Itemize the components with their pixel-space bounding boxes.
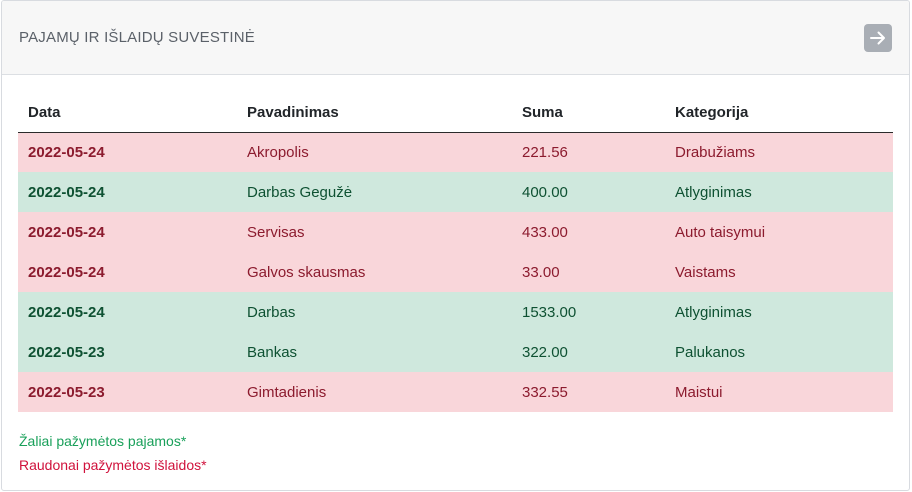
column-header-name: Pavadinimas: [237, 93, 512, 133]
table-row: 2022-05-23 Bankas 322.00 Palukanos: [18, 332, 893, 372]
row-sum: 433.00: [522, 223, 568, 241]
row-date: 2022-05-24: [28, 303, 105, 321]
table-row: 2022-05-24 Galvos skausmas 33.00 Vaistam…: [18, 252, 893, 292]
row-name: Bankas: [247, 343, 298, 361]
open-summary-button[interactable]: [864, 23, 892, 52]
transactions-table: Data Pavadinimas Suma Kategorija 2022-05…: [18, 93, 893, 412]
legend-notes: Žaliai pažymėtos pajamos* Raudonai pažym…: [18, 412, 892, 477]
row-sum: 33.00: [522, 263, 560, 281]
row-name: Gimtadienis: [247, 383, 327, 401]
row-name: Darbas Gegužė: [247, 183, 353, 201]
card-header: PAJAMŲ IR IŠLAIDŲ SUVESTINĖ: [2, 1, 909, 75]
row-date: 2022-05-23: [28, 383, 105, 401]
table-head: Data Pavadinimas Suma Kategorija: [18, 93, 893, 133]
income-legend-note: Žaliai pažymėtos pajamos*: [19, 433, 187, 449]
row-category: Maistui: [675, 383, 723, 401]
table-row: 2022-05-24 Servisas 433.00 Auto taisymui: [18, 212, 893, 252]
row-sum: 322.00: [522, 343, 568, 361]
header-row: Data Pavadinimas Suma Kategorija: [18, 93, 893, 133]
table-body: 2022-05-24 Akropolis 221.56 Drabužiams 2…: [18, 132, 893, 412]
summary-card: PAJAMŲ IR IŠLAIDŲ SUVESTINĖ Data Pavadin…: [1, 0, 910, 491]
card-title: PAJAMŲ IR IŠLAIDŲ SUVESTINĖ: [19, 29, 256, 46]
table-row: 2022-05-24 Darbas Gegužė 400.00 Atlygini…: [18, 172, 893, 212]
row-name: Servisas: [247, 223, 305, 241]
row-date: 2022-05-23: [28, 343, 105, 361]
row-date: 2022-05-24: [28, 143, 105, 161]
expense-legend-note: Raudonai pažymėtos išlaidos*: [19, 457, 207, 473]
row-name: Galvos skausmas: [247, 263, 366, 281]
row-category: Atlyginimas: [675, 183, 752, 201]
row-date: 2022-05-24: [28, 183, 105, 201]
row-sum: 400.00: [522, 183, 568, 201]
row-category: Vaistams: [675, 263, 736, 281]
table-row: 2022-05-24 Darbas 1533.00 Atlyginimas: [18, 292, 893, 332]
row-category: Auto taisymui: [675, 223, 766, 241]
column-header-date: Data: [18, 93, 237, 133]
row-category: Atlyginimas: [675, 303, 752, 321]
row-sum: 332.55: [522, 383, 568, 401]
card-body: Data Pavadinimas Suma Kategorija 2022-05…: [2, 75, 909, 477]
row-category: Palukanos: [675, 343, 746, 361]
table-row: 2022-05-24 Akropolis 221.56 Drabužiams: [18, 132, 893, 172]
row-category: Drabužiams: [675, 143, 756, 161]
table-row: 2022-05-23 Gimtadienis 332.55 Maistui: [18, 372, 893, 412]
column-header-category: Kategorija: [665, 93, 893, 133]
arrow-right-icon: [870, 31, 885, 44]
row-name: Akropolis: [247, 143, 309, 161]
row-name: Darbas: [247, 303, 296, 321]
row-sum: 1533.00: [522, 303, 577, 321]
row-sum: 221.56: [522, 143, 568, 161]
row-date: 2022-05-24: [28, 223, 105, 241]
column-header-sum: Suma: [512, 93, 665, 133]
row-date: 2022-05-24: [28, 263, 105, 281]
